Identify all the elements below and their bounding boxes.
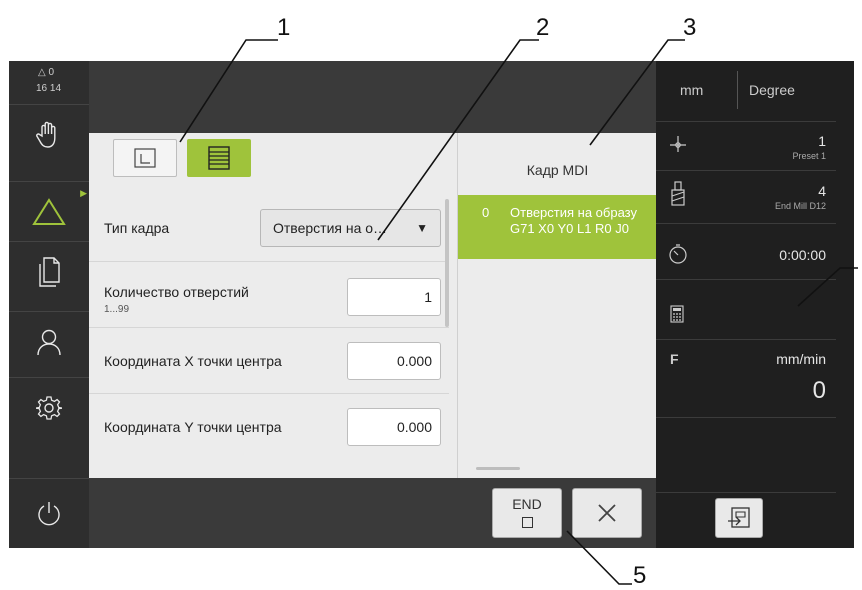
tool-cell[interactable]: 4 End Mill D12	[656, 169, 836, 224]
sidebar-item-power[interactable]	[9, 478, 89, 548]
datum-icon	[670, 136, 686, 152]
unit-linear-button[interactable]: mm	[680, 82, 703, 98]
warning-count: 0	[48, 67, 55, 78]
block-type-value: Отверстия на о…	[273, 220, 388, 236]
power-icon	[38, 502, 60, 526]
mdi-scrollbar[interactable]	[476, 467, 520, 470]
tool-name: End Mill D12	[774, 201, 826, 211]
warning-indicator[interactable]: △ 0	[38, 67, 54, 78]
center-x-input[interactable]: 0.000	[347, 342, 441, 380]
feed-letter: F	[670, 351, 679, 367]
block-form-panel: Тип кадра Отверстия на о… ▼ Количество о…	[89, 133, 457, 478]
status-panel: mm Degree 1 Preset 1 4 End Mill D12 0:00…	[656, 61, 854, 548]
preset-cell[interactable]: 1 Preset 1	[656, 121, 836, 171]
calculator-cell[interactable]	[656, 279, 836, 340]
drawing-view-button[interactable]	[113, 139, 177, 177]
block-type-dropdown[interactable]: Отверстия на о… ▼	[260, 209, 441, 247]
form-view-icon	[208, 146, 230, 170]
transfer-icon	[728, 507, 750, 528]
feed-value: 0	[812, 377, 826, 404]
callout-5: 5	[633, 562, 647, 589]
block-type-label: Тип кадра	[104, 220, 170, 236]
form-scrollbar[interactable]	[445, 199, 449, 327]
center-y-label: Координата Y точки центра	[104, 419, 282, 435]
top-bar	[89, 61, 656, 133]
mdi-block-panel: Кадр MDI 0 Отверстия на образу G71 X0 Y0…	[457, 133, 657, 478]
form-row-block-type: Тип кадра Отверстия на о… ▼	[89, 199, 449, 261]
hole-count-label: Количество отверстий	[104, 284, 249, 300]
form-row-center-x: Координата X точки центра 0.000	[89, 327, 449, 394]
close-icon	[598, 504, 616, 522]
triangle-icon	[32, 198, 66, 225]
bottom-bar: END	[89, 478, 656, 548]
documents-icon	[39, 257, 60, 287]
center-x-label: Координата X точки центра	[104, 353, 282, 369]
form-row-center-y: Координата Y точки центра 0.000	[89, 393, 449, 460]
gear-icon	[36, 396, 62, 420]
stop-square-icon	[522, 517, 533, 528]
sidebar-item-file-management[interactable]	[9, 241, 89, 302]
callout-1: 1	[277, 14, 291, 41]
tool-number: 4	[818, 183, 826, 199]
preset-value: 1	[818, 133, 826, 149]
unit-angular-button[interactable]: Degree	[749, 82, 795, 98]
center-y-input[interactable]: 0.000	[347, 408, 441, 446]
timer-value: 0:00:00	[779, 247, 826, 263]
clock-time: 16 14	[36, 83, 62, 94]
feed-rate-cell[interactable]: F mm/min 0	[656, 339, 836, 418]
active-arrow-icon: ▶	[80, 188, 87, 198]
bottom-divider	[656, 492, 836, 493]
main-menu-sidebar: △ 0 16 14 ▶	[9, 61, 89, 548]
hand-icon	[36, 121, 56, 148]
status-area: △ 0 16 14	[9, 61, 89, 104]
transfer-button[interactable]	[715, 498, 763, 538]
sidebar-item-mdi-mode[interactable]: ▶	[9, 181, 89, 242]
close-button[interactable]	[572, 488, 642, 538]
form-view-button[interactable]	[187, 139, 251, 177]
app-screen: △ 0 16 14 ▶ Тип кадра Отверстия на о… ▼ …	[9, 61, 854, 548]
mdi-panel-title: Кадр MDI	[526, 162, 589, 178]
hole-count-hint: 1...99	[104, 304, 130, 315]
end-mill-icon	[671, 181, 685, 206]
drawing-view-icon	[134, 148, 156, 168]
calculator-icon	[670, 305, 684, 323]
hole-count-input[interactable]: 1	[347, 278, 441, 316]
stopwatch-icon	[669, 244, 687, 264]
callout-3: 3	[683, 14, 697, 41]
preset-label: Preset 1	[792, 151, 826, 161]
mdi-block-row[interactable]: 0 Отверстия на образу G71 X0 Y0 L1 R0 J0	[458, 195, 657, 259]
form-row-hole-count: Количество отверстий 1...99 1	[89, 261, 449, 328]
end-button-label: END	[512, 496, 542, 512]
chevron-down-icon: ▼	[416, 221, 428, 235]
mdi-row-line1: Отверстия на образу	[510, 205, 637, 220]
unit-divider	[737, 71, 738, 109]
feed-unit: mm/min	[776, 351, 826, 367]
mdi-row-line2: G71 X0 Y0 L1 R0 J0	[510, 221, 630, 236]
callout-2: 2	[536, 14, 550, 41]
end-button[interactable]: END	[492, 488, 562, 538]
sidebar-item-manual-mode[interactable]	[9, 104, 89, 165]
timer-cell[interactable]: 0:00:00	[656, 223, 836, 280]
sidebar-item-user-login[interactable]	[9, 311, 89, 372]
user-icon	[37, 329, 61, 356]
mdi-row-index: 0	[482, 205, 490, 220]
sidebar-item-settings[interactable]	[9, 377, 89, 438]
warning-triangle-icon: △	[38, 67, 46, 78]
